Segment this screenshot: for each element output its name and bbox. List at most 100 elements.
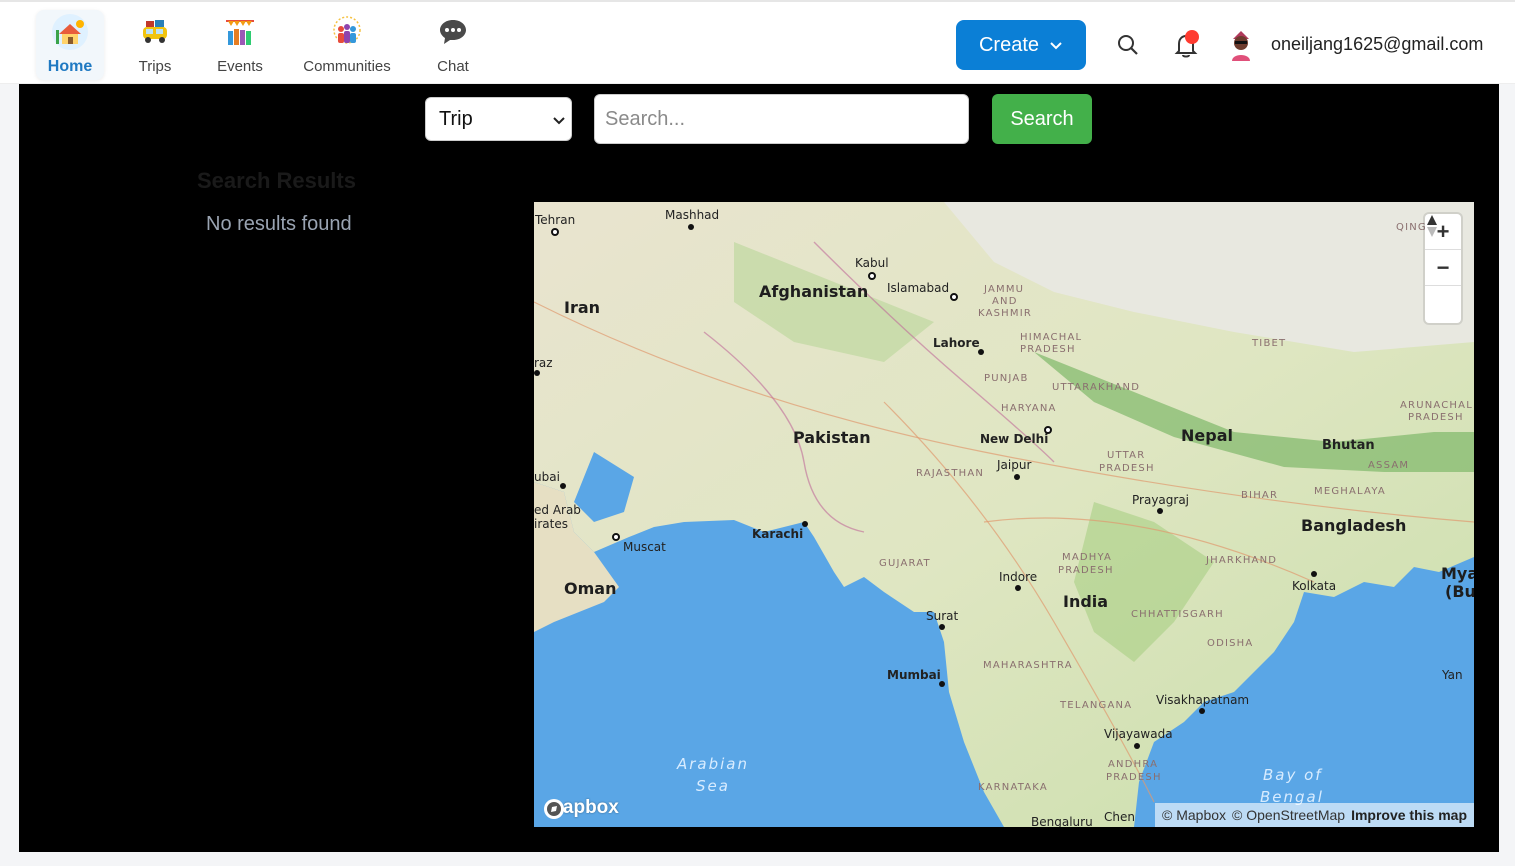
nav-chat-label: Chat (437, 58, 469, 75)
map-label-state: PRADESH (1408, 412, 1464, 423)
map-city-dot (1311, 571, 1317, 577)
map-label-country: Afghanistan (759, 282, 869, 301)
zoom-out-button[interactable]: − (1425, 250, 1461, 286)
search-type-value: Trip (439, 107, 473, 130)
map-label-city: Indore (999, 570, 1038, 584)
map-label-state: PRADESH (1058, 565, 1114, 576)
notification-bell-icon[interactable] (1169, 28, 1203, 62)
map-label-country: (Bu (1445, 582, 1474, 601)
map-label-country: Iran (564, 298, 601, 317)
map-label-city: Visakhapatnam (1156, 693, 1250, 707)
map-label-city: irates (534, 517, 568, 531)
chevron-down-icon (553, 108, 565, 131)
search-type-select[interactable]: Trip (425, 97, 572, 141)
chevron-down-icon (1049, 34, 1063, 57)
map-label-state: ARUNACHAL (1400, 400, 1473, 411)
map-city-dot (802, 521, 808, 527)
map-label-city: Mashhad (665, 208, 720, 222)
compass-reset-button[interactable] (1425, 215, 1461, 322)
map-label-city: Mumbai (887, 668, 941, 682)
map-view[interactable]: Afghanistan Iran Pakistan Nepal Bhutan B… (534, 202, 1474, 827)
map-label-state: PUNJAB (984, 373, 1029, 384)
create-button[interactable]: Create (956, 20, 1086, 70)
search-button[interactable]: Search (992, 94, 1092, 144)
map-city-dot (1015, 585, 1021, 591)
map-label-city: Prayagraj (1132, 493, 1190, 507)
trips-icon (135, 12, 175, 52)
map-label-sea: Arabian (677, 755, 750, 773)
map-city-dot (560, 483, 566, 489)
map-label-state: MEGHALAYA (1314, 486, 1386, 497)
map-label-state: ODISHA (1207, 638, 1254, 649)
map-label-state: RAJASTHAN (916, 468, 985, 479)
map-city-dot (1044, 426, 1052, 434)
communities-icon (327, 12, 367, 52)
improve-map-link[interactable]: Improve this map (1351, 807, 1467, 823)
map-city-dot (939, 624, 945, 630)
nav-trips[interactable]: Trips (131, 10, 179, 80)
map-city-dot (950, 293, 958, 301)
map-label-city: Karachi (752, 527, 804, 541)
map-label-state: ASSAM (1368, 460, 1410, 471)
no-results-message: No results found (206, 213, 352, 235)
map-label-state: TELANGANA (1060, 700, 1133, 711)
map-label-city: New Delhi (980, 432, 1049, 446)
map-label-state: HIMACHAL (1020, 332, 1083, 343)
nav-chat[interactable]: Chat (433, 10, 473, 80)
map-city-dot (551, 228, 559, 236)
attribution-osm-link[interactable]: © OpenStreetMap (1232, 807, 1345, 823)
map-zoom-controls: + − (1425, 214, 1461, 323)
map-label-state: PRADESH (1099, 463, 1155, 474)
map-label-country: Mya (1441, 564, 1474, 583)
map-city-dot (534, 370, 540, 376)
map-label-city: Tehran (535, 213, 576, 227)
nav-trips-label: Trips (138, 58, 172, 75)
search-results-title: Search Results (197, 168, 356, 193)
map-label-city: Chen (1104, 810, 1135, 824)
map-label-state: AND (992, 296, 1018, 307)
attribution-mapbox-link[interactable]: © Mapbox (1162, 807, 1226, 823)
search-input[interactable] (594, 94, 969, 144)
map-label-state: GUJARAT (879, 558, 931, 569)
map-label-city: Kolkata (1292, 579, 1337, 593)
map-label-sea: Bay of (1263, 766, 1323, 784)
map-label-country: Bhutan (1322, 438, 1375, 453)
user-email[interactable]: oneiljang1625@gmail.com (1271, 34, 1483, 55)
map-label-city: ubai (534, 470, 560, 484)
nav-communities[interactable]: Communities (301, 10, 393, 80)
map-label-city: Muscat (623, 540, 666, 554)
map-label-city: Islamabad (887, 281, 950, 295)
map-city-dot (1157, 508, 1163, 514)
events-icon (220, 12, 260, 52)
nav-home-label: Home (47, 58, 93, 75)
map-label-city: Bengaluru (1031, 815, 1093, 827)
map-label-city: Lahore (933, 336, 980, 350)
map-label-state: HARYANA (1001, 403, 1057, 414)
map-label-city: raz (534, 356, 553, 370)
map-label-state: CHHATTISGARH (1131, 609, 1224, 620)
map-label-country: Bangladesh (1301, 516, 1407, 535)
nav-home[interactable]: Home (36, 10, 104, 80)
avatar[interactable] (1224, 28, 1258, 62)
map-label-state: JHARKHAND (1206, 555, 1278, 566)
chat-icon (433, 12, 473, 52)
create-button-label: Create (978, 33, 1040, 56)
mapbox-logo[interactable]: mapbox (542, 797, 619, 819)
map-label-country: Oman (564, 579, 617, 598)
nav-communities-label: Communities (303, 58, 391, 75)
map-label-state: MAHARASHTRA (983, 660, 1073, 671)
map-city-dot (868, 272, 876, 280)
top-navigation-bar: Home Trips Events Communities Chat Creat… (0, 0, 1515, 84)
main-content: Trip Search Search Results No results fo… (19, 84, 1499, 852)
map-label-city: ed Arab (534, 503, 581, 517)
map-label-state: UTTAR (1107, 450, 1146, 461)
map-attribution: © Mapbox © OpenStreetMap Improve this ma… (1155, 803, 1474, 827)
map-label-country: Pakistan (793, 428, 871, 447)
map-label-city: Jaipur (997, 458, 1032, 472)
map-city-dot (978, 349, 984, 355)
nav-events[interactable]: Events (214, 10, 266, 80)
search-icon[interactable] (1111, 28, 1145, 62)
home-icon (50, 12, 90, 52)
map-label-state: KARNATAKA (978, 782, 1048, 793)
map-label-state: PRADESH (1106, 772, 1162, 783)
